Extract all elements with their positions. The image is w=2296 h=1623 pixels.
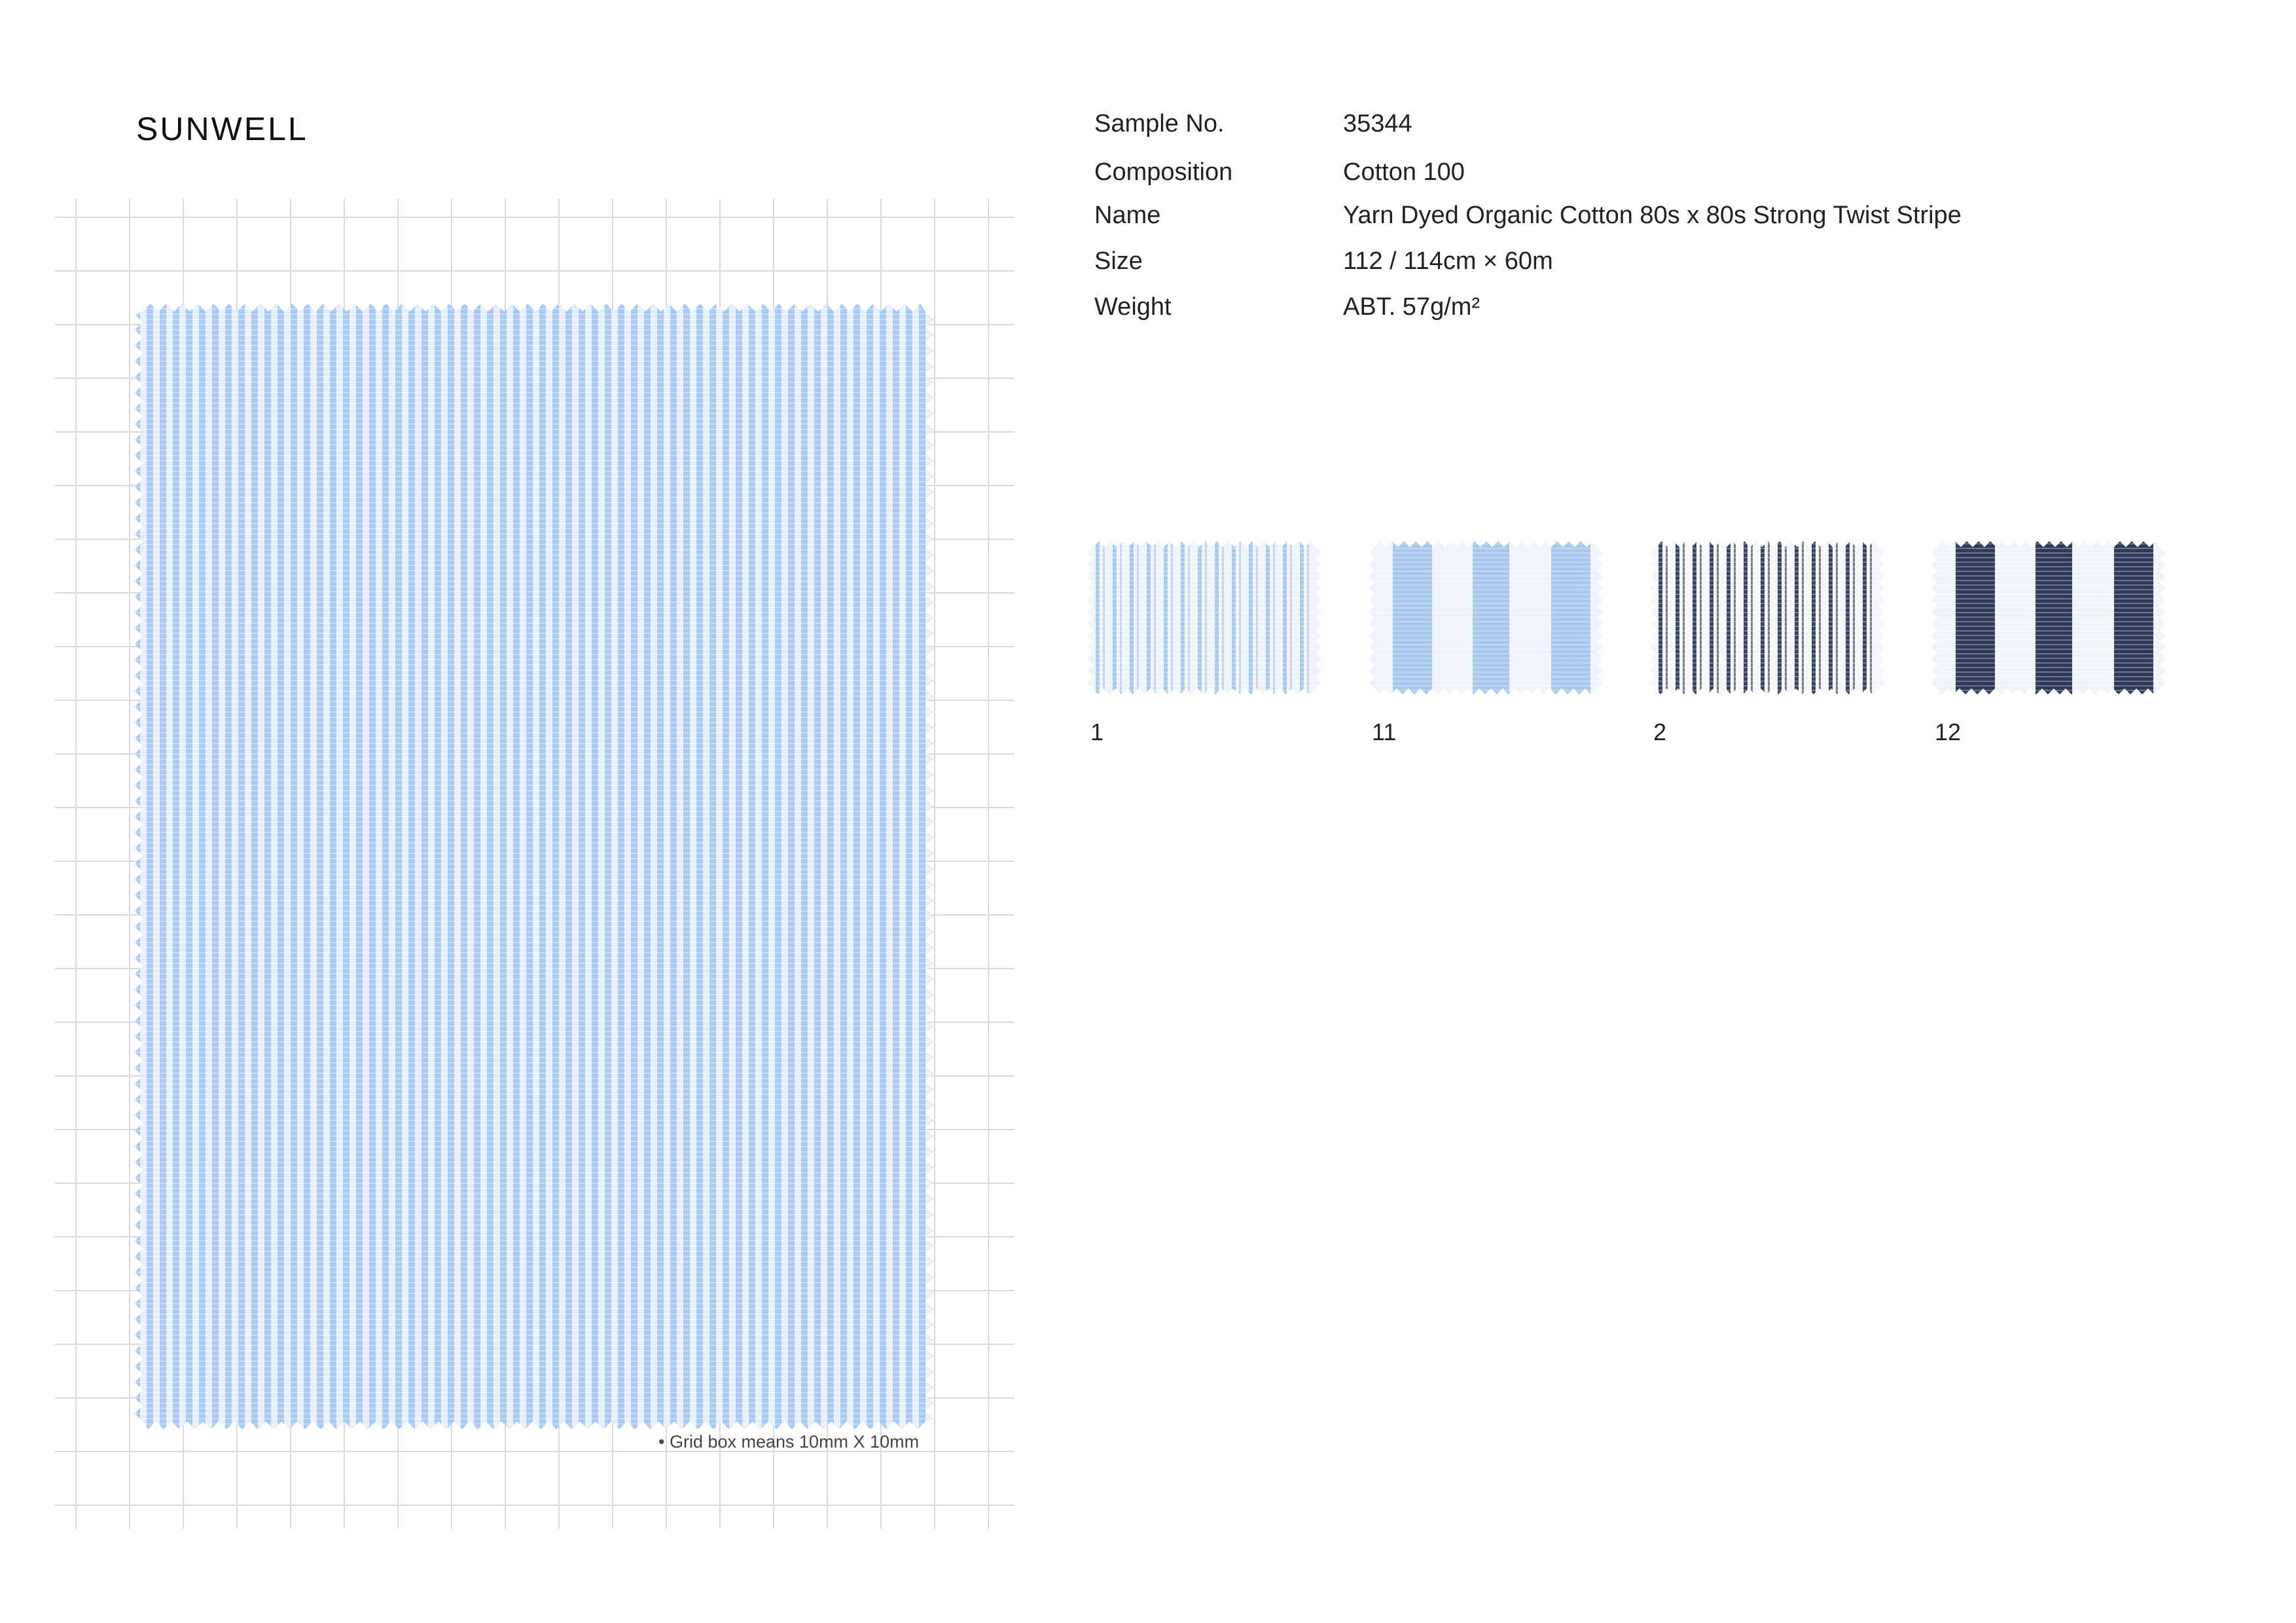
specs-table: Sample No. 35344 Composition Cotton 100 … (1094, 110, 2207, 339)
spec-label: Name (1094, 202, 1161, 229)
spec-row-size: Size 112 / 114cm × 60m (1094, 247, 2207, 293)
color-variants: 1 11 2 12 (1086, 539, 2199, 755)
swatch-variant-1[interactable]: 1 (1086, 539, 1322, 745)
spec-row-name: Name Yarn Dyed Organic Cotton 80s x 80s … (1094, 202, 2207, 247)
brand-logo: SUNWELL (136, 111, 308, 147)
spec-value: 112 / 114cm × 60m (1343, 247, 1553, 275)
fabric-swatch (135, 304, 933, 1429)
spec-row-weight: Weight ABT. 57g/m² (1094, 293, 2207, 339)
swatch-variant-12[interactable]: 12 (1931, 539, 2166, 745)
spec-row-sample-no: Sample No. 35344 (1094, 110, 2207, 156)
swatch-variant-11[interactable]: 11 (1368, 539, 1604, 745)
swatch-image (1650, 541, 1884, 694)
swatch-label: 2 (1653, 719, 1667, 745)
grid-background (55, 199, 1014, 1529)
spec-value: ABT. 57g/m² (1343, 293, 1480, 321)
spec-value: Cotton 100 (1343, 158, 1465, 186)
spec-value: 35344 (1343, 110, 1412, 137)
spec-row-composition: Composition Cotton 100 (1094, 158, 2207, 204)
spec-label: Composition (1094, 158, 1233, 186)
spec-value: Yarn Dyed Organic Cotton 80s x 80s Stron… (1343, 202, 1962, 229)
swatch-image (1087, 541, 1321, 694)
swatch-label: 1 (1090, 719, 1104, 745)
spec-label: Weight (1094, 293, 1172, 321)
swatch-image (1369, 541, 1603, 694)
swatch-label: 12 (1935, 719, 1962, 745)
swatch-label: 11 (1372, 719, 1397, 745)
swatch-image (1931, 541, 2166, 694)
spec-label: Size (1094, 247, 1143, 275)
swatch-variant-2[interactable]: 2 (1649, 539, 1885, 745)
spec-label: Sample No. (1094, 110, 1225, 137)
measurement-grid (55, 199, 1014, 1529)
grid-note: • Grid box means 10mm X 10mm (658, 1432, 920, 1452)
